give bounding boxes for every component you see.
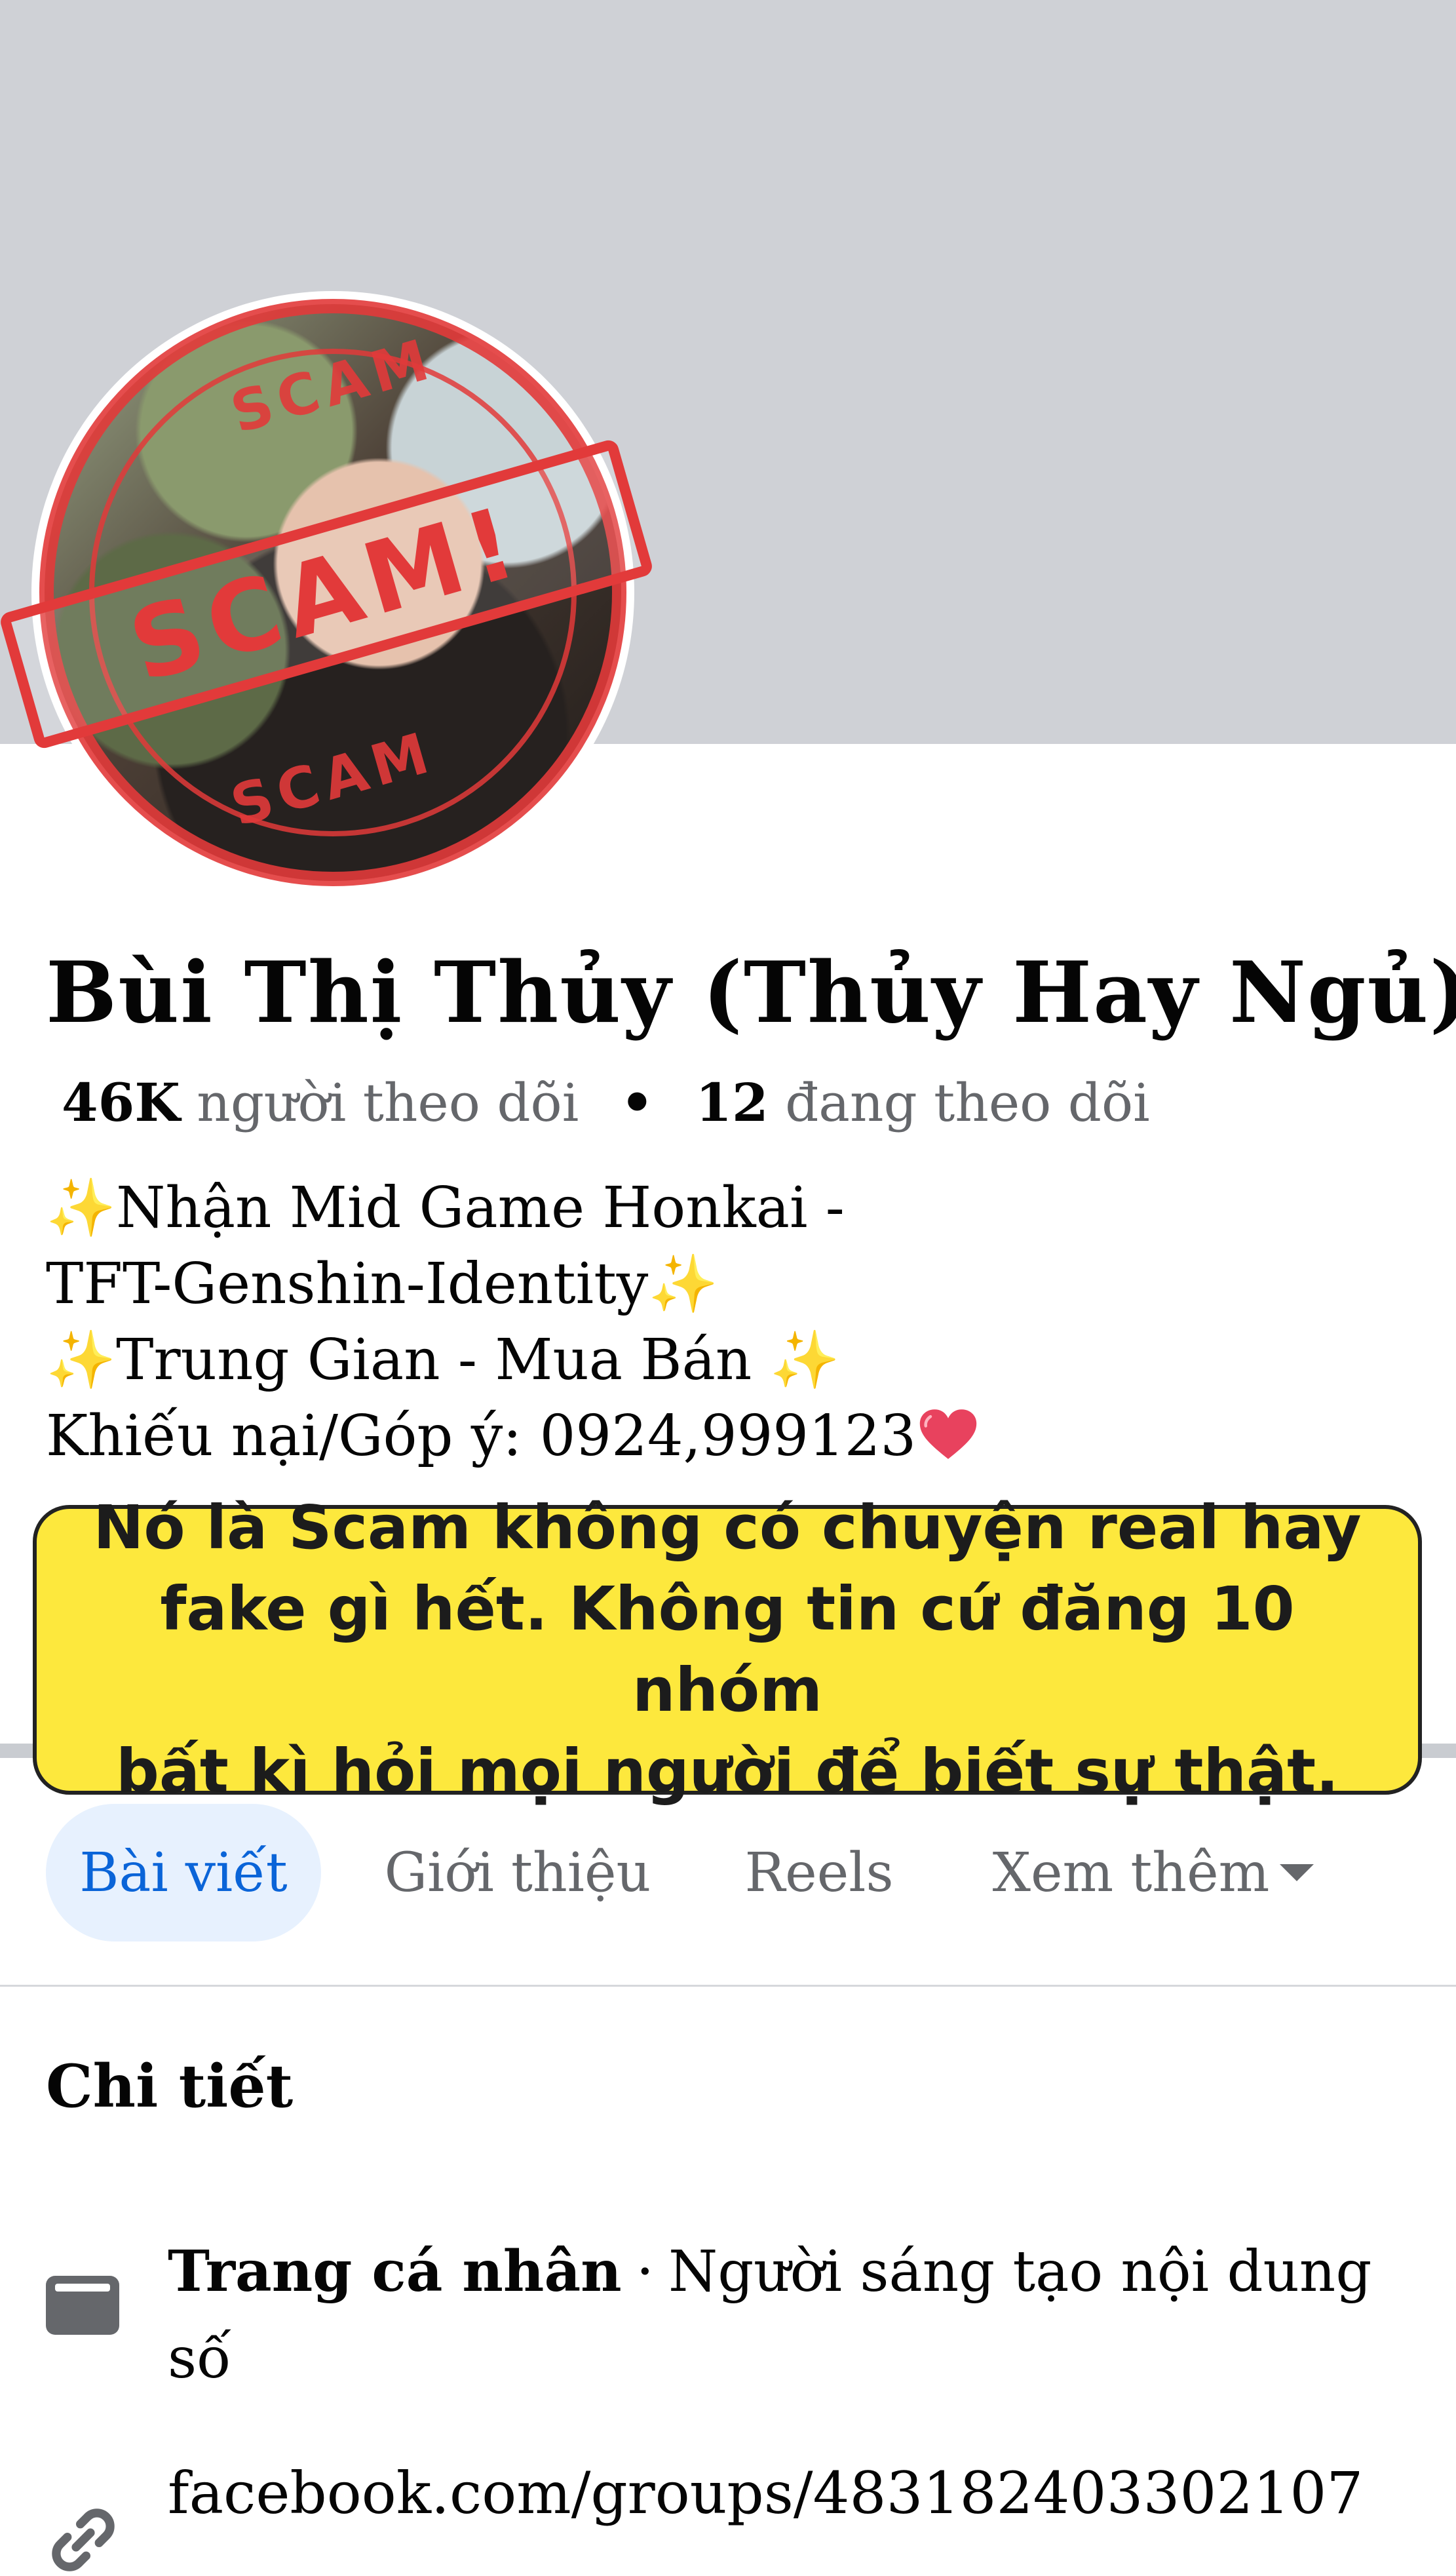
tab-reels[interactable]: Reels bbox=[708, 1804, 930, 1942]
tab-see-more-label: Xem thêm bbox=[992, 1841, 1270, 1904]
page-category: Trang cá nhân · Người sáng tạo nội dung số bbox=[168, 2229, 1400, 2402]
bio-line-4: Khiếu nại/Góp ý: 0924,999123 bbox=[46, 1403, 917, 1469]
overlay-note: Nó là Scam không có chuyện real hay fake… bbox=[33, 1493, 1422, 1806]
profile-bio: ✨Nhận Mid Game Honkai - TFT-Genshin-Iden… bbox=[46, 1170, 1409, 1474]
page-category-dot: · bbox=[636, 2239, 655, 2305]
caret-down-icon bbox=[1280, 1864, 1314, 1881]
bio-line-1: ✨Nhận Mid Game Honkai - bbox=[46, 1175, 845, 1241]
followers-count[interactable]: 46K bbox=[62, 1072, 180, 1133]
bio-line-2: TFT-Genshin-Identity✨ bbox=[46, 1251, 719, 1317]
tab-reels-label: Reels bbox=[744, 1841, 894, 1904]
link-icon bbox=[52, 2508, 115, 2571]
heart-icon bbox=[919, 1409, 977, 1459]
follow-separator: • bbox=[620, 1072, 654, 1133]
overlay-note-line-2: fake gì hết. Không tin cứ đăng 10 nhóm bbox=[160, 1574, 1295, 1725]
overlay-note-line-3: bất kì hỏi mọi người để biết sự thật. bbox=[115, 1736, 1339, 1806]
profile-tabs: Bài viết Giới thiệu Reels Xem thêm bbox=[0, 1804, 1456, 1942]
bio-line-3: ✨Trung Gian - Mua Bán ✨ bbox=[46, 1327, 840, 1393]
page-category-text-cont: số bbox=[168, 2326, 231, 2391]
page-category-strong: Trang cá nhân bbox=[168, 2238, 622, 2305]
following-count[interactable]: 12 bbox=[695, 1072, 768, 1133]
details-title: Chi tiết bbox=[46, 2052, 294, 2121]
overlay-note-text: Nó là Scam không có chuyện real hay fake… bbox=[72, 1487, 1383, 1812]
tabs-divider bbox=[0, 1985, 1456, 1987]
tab-about[interactable]: Giới thiệu bbox=[367, 1804, 668, 1942]
follow-stats: 46K người theo dõi • 12 đang theo dõi bbox=[62, 1072, 1150, 1133]
profile-avatar[interactable]: SCAM SCAM SCAM! bbox=[0, 291, 655, 894]
bio-line-4-wrap: Khiếu nại/Góp ý: 0924,999123 bbox=[46, 1398, 1409, 1474]
tab-posts-label: Bài viết bbox=[79, 1841, 288, 1904]
page-category-icon bbox=[46, 2276, 119, 2335]
tab-about-label: Giới thiệu bbox=[384, 1841, 651, 1904]
overlay-note-line-1: Nó là Scam không có chuyện real hay bbox=[93, 1493, 1362, 1563]
profile-link[interactable]: facebook.com/groups/483182403302107 bbox=[168, 2459, 1363, 2527]
tab-see-more[interactable]: Xem thêm bbox=[970, 1804, 1337, 1942]
following-label[interactable]: đang theo dõi bbox=[785, 1072, 1150, 1133]
profile-name: Bùi Thị Thủy (Thủy Hay Ngủ) bbox=[46, 944, 1456, 1042]
followers-label[interactable]: người theo dõi bbox=[197, 1072, 579, 1133]
tab-posts[interactable]: Bài viết bbox=[46, 1804, 321, 1942]
page-category-text: Người sáng tạo nội dung bbox=[668, 2239, 1372, 2305]
